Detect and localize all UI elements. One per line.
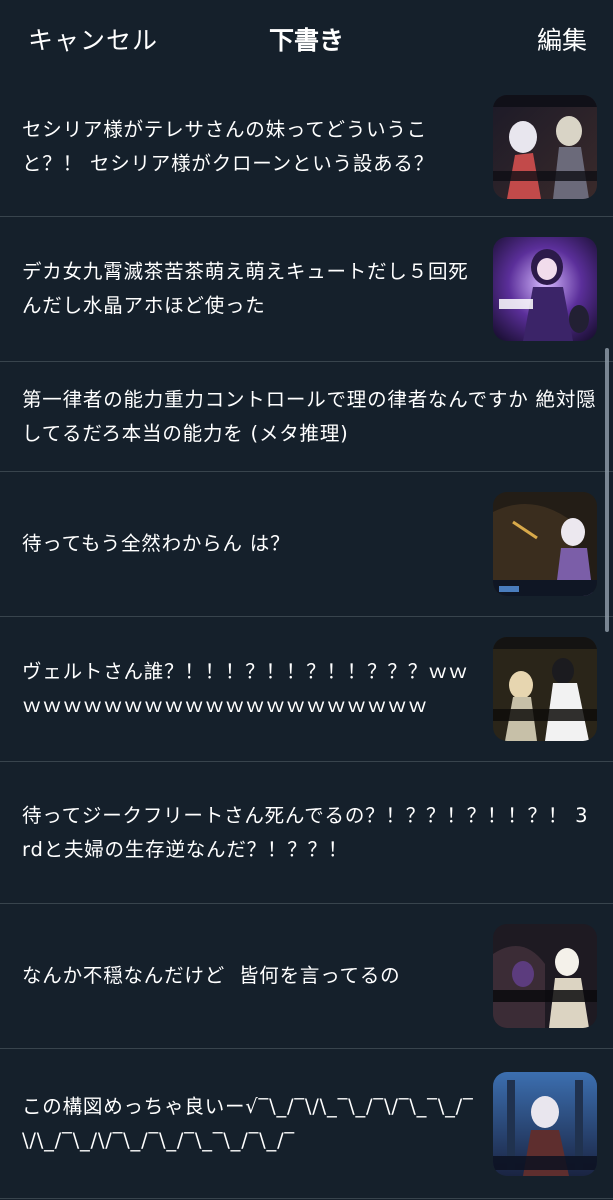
draft-item[interactable]: この構図めっちゃ良いー√‾\_/‾\/\_‾\_/‾\/‾\_‾\_/‾\/\_… — [0, 1049, 613, 1199]
game-screenshot-thumbnail — [493, 492, 597, 596]
draft-text: ヴェルトさん誰？！！！？！！？！！？？？ｗｗｗｗｗｗｗｗｗｗｗｗｗｗｗｗｗｗｗｗ… — [22, 660, 469, 717]
draft-item[interactable]: デカ女九霄滅茶苦茶萌え萌えキュートだし５回死んだし水晶アホほど使った — [0, 217, 613, 362]
draft-text: デカ女九霄滅茶苦茶萌え萌えキュートだし５回死んだし水晶アホほど使った — [22, 260, 469, 317]
draft-text: この構図めっちゃ良いー√‾\_/‾\/\_‾\_/‾\/‾\_‾\_/‾\/\_… — [22, 1094, 474, 1152]
game-screenshot-thumbnail — [493, 637, 597, 741]
game-screenshot-thumbnail — [493, 924, 597, 1028]
draft-item[interactable]: 待ってジークフリートさん死んでるの？！？？！？！！？！ 3rdと夫婦の生存逆なん… — [0, 762, 613, 904]
draft-text: セシリア様がテレサさんの妹ってどういうこと？！ セシリア様がクローンという設ある… — [22, 118, 435, 175]
drafts-list: セシリア様がテレサさんの妹ってどういうこと？！ セシリア様がクローンという設ある… — [0, 78, 613, 1199]
draft-item[interactable]: 第一律者の能力重力コントロールで理の律者なんですか 絶対隠してるだろ本当の能力を… — [0, 362, 613, 472]
draft-item[interactable]: セシリア様がテレサさんの妹ってどういうこと？！ セシリア様がクローンという設ある… — [0, 78, 613, 217]
draft-text: 待ってジークフリートさん死んでるの？！？？！？！！？！ 3rdと夫婦の生存逆なん… — [22, 803, 589, 861]
scrollbar[interactable] — [605, 348, 609, 632]
cancel-button[interactable]: キャンセル — [28, 21, 158, 57]
draft-text: 待ってもう全然わからん は？ — [22, 532, 291, 555]
draft-item[interactable]: 待ってもう全然わからん は？ — [0, 472, 613, 617]
draft-item[interactable]: ヴェルトさん誰？！！！？！！？！！？？？ｗｗｗｗｗｗｗｗｗｗｗｗｗｗｗｗｗｗｗｗ… — [0, 617, 613, 762]
game-screenshot-thumbnail — [493, 95, 597, 199]
game-screenshot-thumbnail — [493, 1071, 597, 1176]
header-bar: キャンセル 下書き 編集 — [0, 0, 613, 78]
draft-item[interactable]: なんか不穏なんだけど 皆何を言ってるの — [0, 904, 613, 1049]
edit-button[interactable]: 編集 — [537, 21, 587, 57]
draft-text: なんか不穏なんだけど 皆何を言ってるの — [22, 964, 401, 987]
draft-text: 第一律者の能力重力コントロールで理の律者なんですか 絶対隠してるだろ本当の能力を… — [22, 387, 597, 445]
drafts-screen: キャンセル 下書き 編集 セシリア様がテレサさんの妹ってどういうこと？！ セシリ… — [0, 0, 613, 1200]
character-art-thumbnail — [493, 237, 597, 341]
